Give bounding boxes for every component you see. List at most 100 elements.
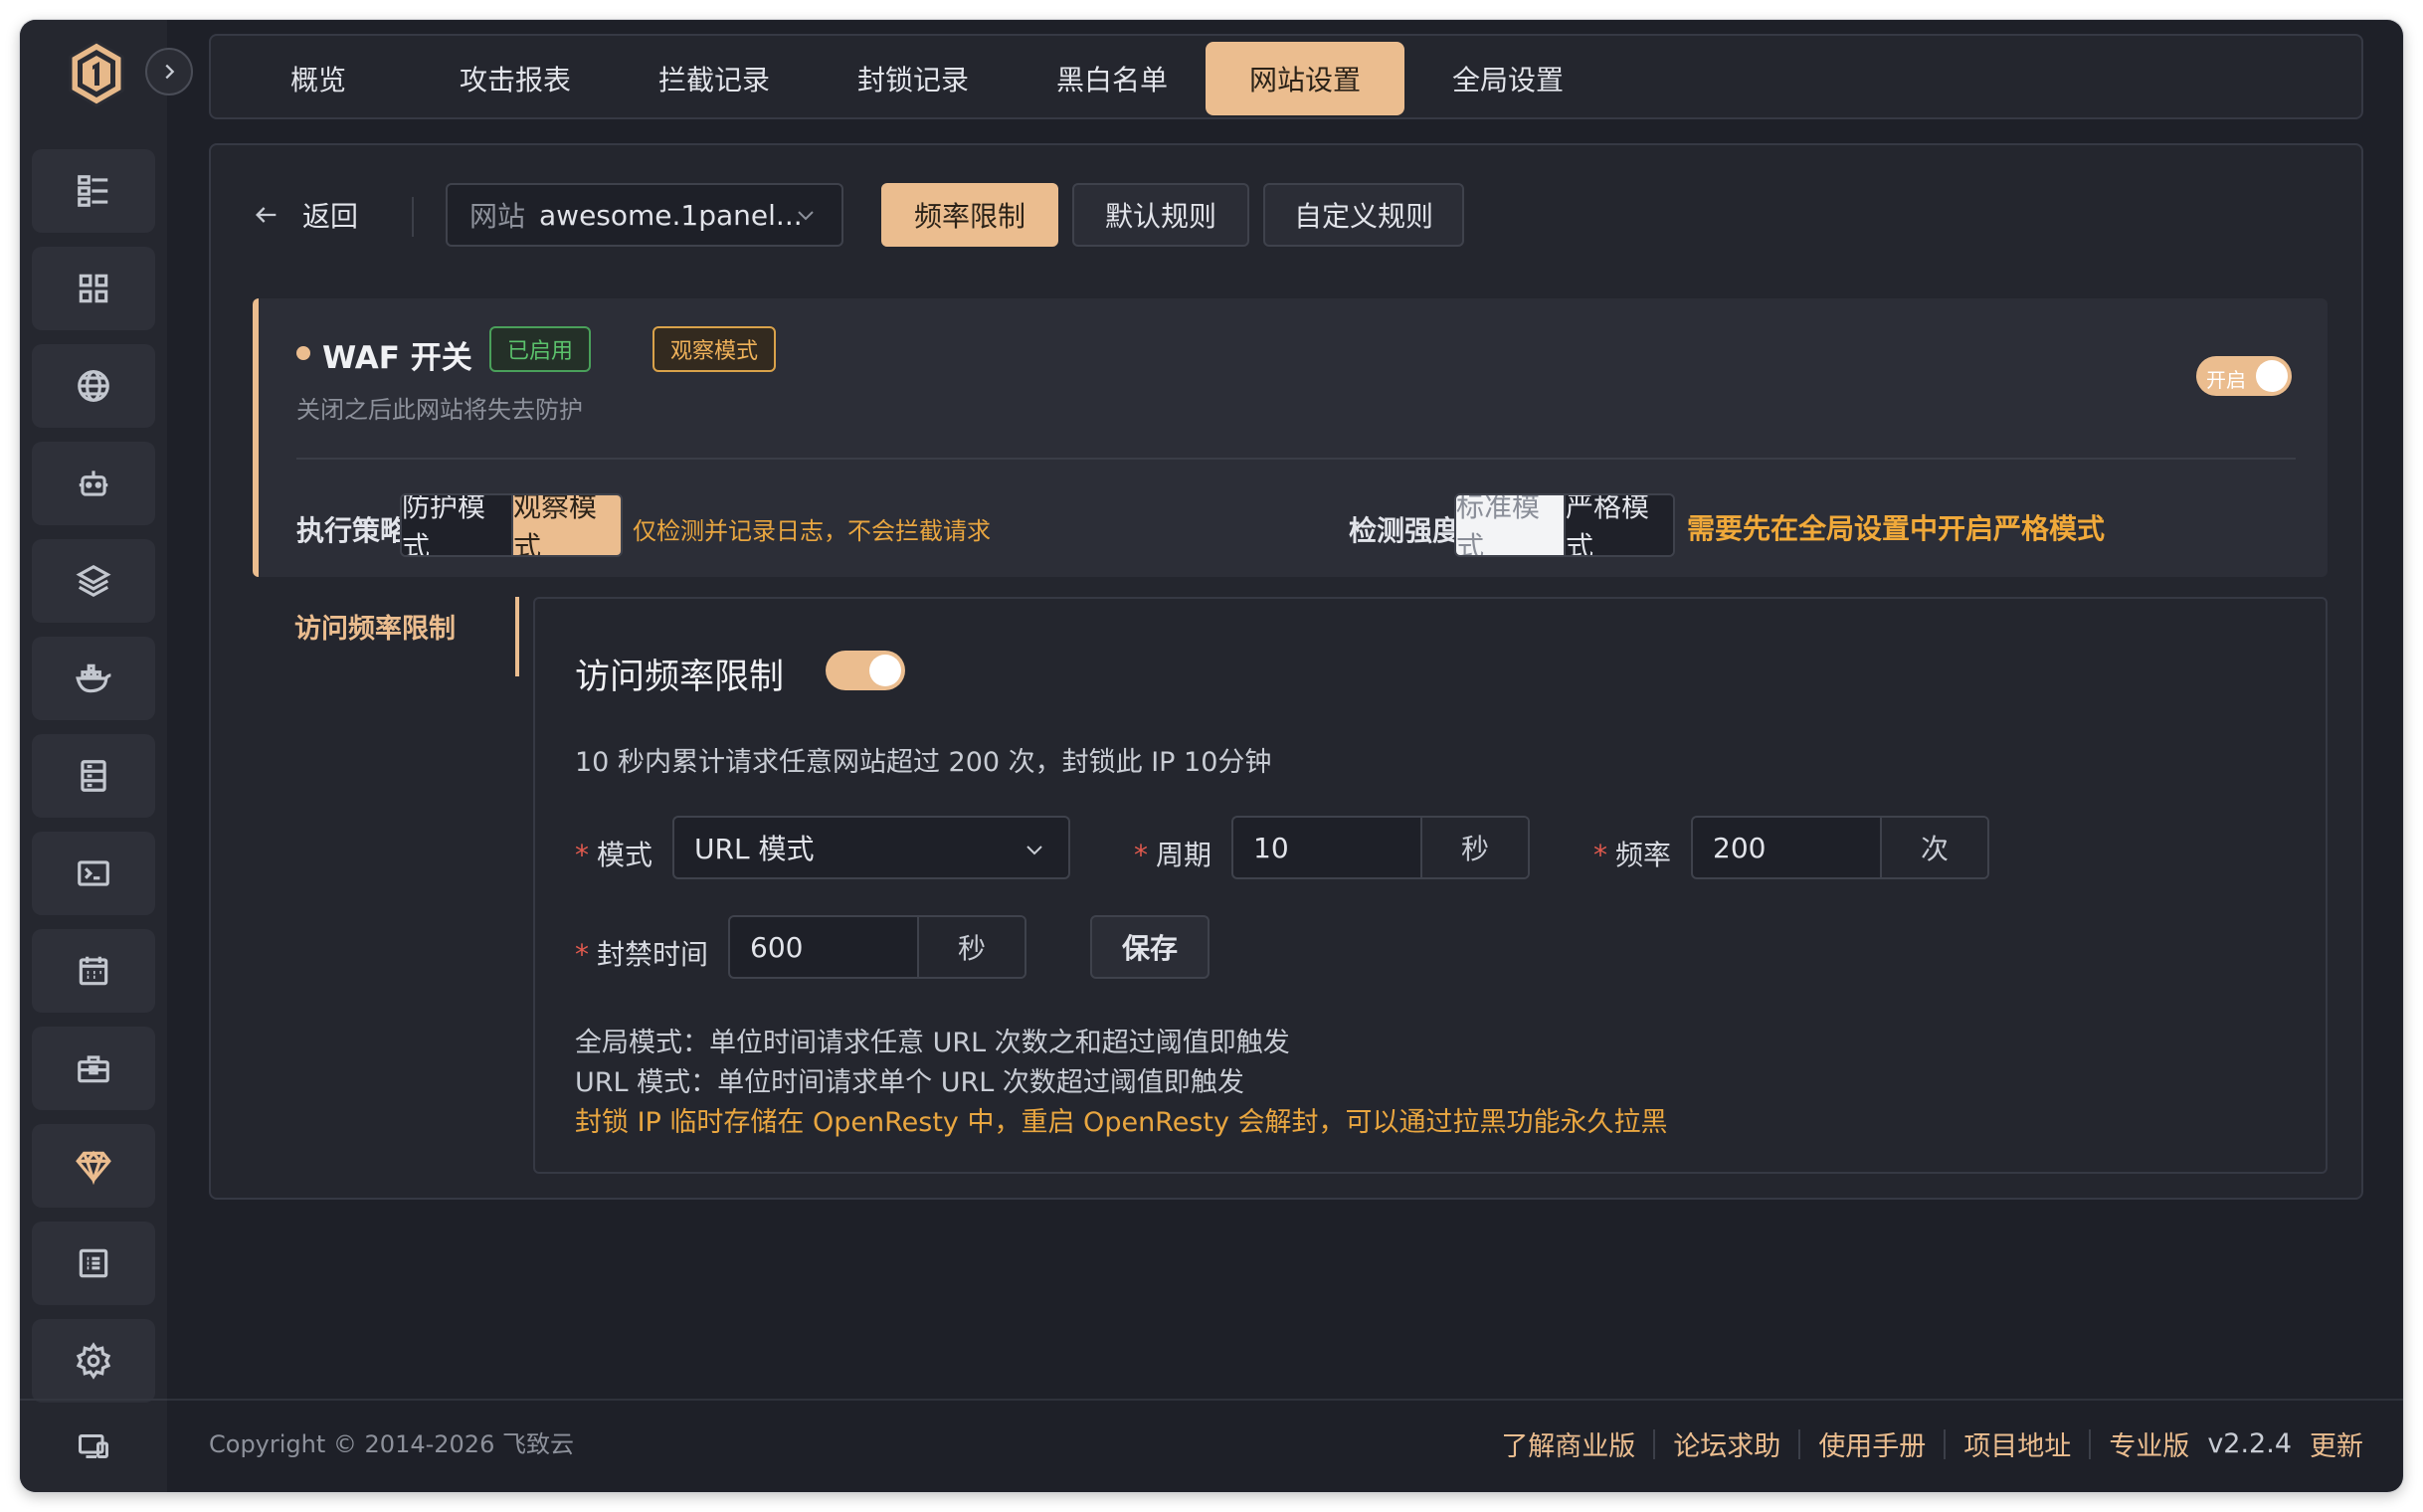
strategy-label: 执行策略 xyxy=(296,514,409,547)
sidebar-item-pro[interactable] xyxy=(32,1124,155,1208)
strategy-observe-option[interactable]: 观察模式 xyxy=(511,495,621,555)
footer-divider xyxy=(167,1399,2403,1401)
diamond-icon xyxy=(76,1150,111,1185)
link-forum[interactable]: 论坛求助 xyxy=(1655,1424,1798,1463)
site-settings-panel: 返回 网站 awesome.1panel... 频率限制 默认规则 自定义规则 … xyxy=(209,143,2363,1200)
strategy-protect-option[interactable]: 防护模式 xyxy=(402,495,511,555)
status-dot xyxy=(296,346,310,360)
link-pro-edition[interactable]: 专业版 xyxy=(2091,1424,2189,1463)
link-project[interactable]: 项目地址 xyxy=(1946,1424,2089,1463)
note-url-mode: URL 模式：单位时间请求单个 URL 次数超过阈值即触发 xyxy=(575,1067,1244,1098)
toggle-knob xyxy=(2256,360,2288,392)
waf-toggle[interactable]: 开启 xyxy=(2196,356,2292,396)
version-label: v2.2.4 xyxy=(2207,1428,2292,1459)
site-select-prefix: 网站 xyxy=(469,200,526,233)
link-commercial[interactable]: 了解商业版 xyxy=(1483,1424,1653,1463)
tab-attack-report[interactable]: 攻击报表 xyxy=(436,42,595,115)
sidebar-item-apps[interactable] xyxy=(32,247,155,330)
sidebar-item-dashboard[interactable] xyxy=(32,149,155,233)
sidebar-item-settings[interactable] xyxy=(32,1319,155,1403)
strength-segmented: 标准模式 严格模式 xyxy=(1454,493,1675,557)
strength-hint: 需要先在全局设置中开启严格模式 xyxy=(1687,512,2106,545)
rate-limit-toggle[interactable] xyxy=(826,651,905,690)
waf-description: 关闭之后此网站将失去防护 xyxy=(296,396,583,424)
sidebar-bottom-toggle[interactable] xyxy=(20,1399,167,1492)
frequency-label: * 频率 xyxy=(1593,839,1672,871)
strength-label: 检测强度 xyxy=(1349,514,1461,547)
docker-icon xyxy=(76,663,111,693)
default-rules-button[interactable]: 默认规则 xyxy=(1072,183,1249,247)
terminal-icon xyxy=(78,860,109,886)
status-badge-enabled: 已启用 xyxy=(489,326,592,372)
subnav-item-rate-limit[interactable]: 访问频率限制 xyxy=(294,607,456,646)
divider xyxy=(412,197,414,237)
logs-icon xyxy=(79,1248,108,1278)
period-input[interactable]: 10 秒 xyxy=(1231,816,1530,879)
toolbox-icon xyxy=(78,1055,109,1083)
ban-time-value: 600 xyxy=(750,930,804,964)
link-manual[interactable]: 使用手册 xyxy=(1800,1424,1944,1463)
mode-select[interactable]: URL 模式 xyxy=(672,816,1070,879)
sidebar-collapse-button[interactable] xyxy=(145,48,193,95)
strategy-segmented: 防护模式 观察模式 xyxy=(400,493,623,557)
calendar-icon xyxy=(79,956,108,986)
footer-links: 了解商业版 论坛求助 使用手册 项目地址 专业版 v2.2.4 更新 xyxy=(1483,1424,2363,1463)
sidebar-item-toolbox[interactable] xyxy=(32,1027,155,1110)
sidebar-item-ai[interactable] xyxy=(32,442,155,525)
site-select[interactable]: 网站 awesome.1panel... xyxy=(446,183,843,247)
update-link[interactable]: 更新 xyxy=(2304,1424,2363,1463)
save-button[interactable]: 保存 xyxy=(1090,915,1210,979)
site-select-value: awesome.1panel... xyxy=(539,198,803,232)
note-warning: 封锁 IP 临时存储在 OpenResty 中，重启 OpenResty 会解封… xyxy=(575,1107,1668,1138)
divider xyxy=(296,458,2296,460)
tab-site-settings[interactable]: 网站设置 xyxy=(1206,42,1404,115)
sidebar-item-containers[interactable] xyxy=(32,637,155,720)
tab-overview[interactable]: 概览 xyxy=(253,42,384,115)
toggle-knob xyxy=(869,655,901,686)
layers-icon xyxy=(76,564,111,598)
tab-block-log[interactable]: 封锁记录 xyxy=(834,42,993,115)
frequency-unit: 次 xyxy=(1880,818,1987,877)
strategy-hint: 仅检测并记录日志，不会拦截请求 xyxy=(633,517,991,545)
chevron-down-icon xyxy=(798,211,814,221)
period-value: 10 xyxy=(1253,831,1289,864)
sidebar-item-cron[interactable] xyxy=(32,929,155,1013)
strength-strict-option[interactable]: 严格模式 xyxy=(1564,495,1673,555)
sidebar-item-database[interactable] xyxy=(32,734,155,818)
app-window: 概览 攻击报表 拦截记录 封锁记录 黑白名单 网站设置 全局设置 返回 网站 a… xyxy=(20,20,2403,1492)
globe-icon xyxy=(78,370,109,402)
sidebar-item-terminal[interactable] xyxy=(32,832,155,915)
logo-icon[interactable] xyxy=(65,38,128,109)
tab-global-settings[interactable]: 全局设置 xyxy=(1428,42,1587,115)
sidebar-item-layers[interactable] xyxy=(32,539,155,623)
period-label: * 周期 xyxy=(1134,839,1212,871)
custom-rules-button[interactable]: 自定义规则 xyxy=(1263,183,1464,247)
mode-label: * 模式 xyxy=(575,839,653,871)
ban-time-label: * 封禁时间 xyxy=(575,938,709,971)
gear-icon xyxy=(76,1342,111,1380)
robot-icon xyxy=(79,471,108,496)
rate-limit-button[interactable]: 频率限制 xyxy=(881,183,1058,247)
tab-black-white-list[interactable]: 黑白名单 xyxy=(1032,42,1192,115)
top-tab-bar: 概览 攻击报表 拦截记录 封锁记录 黑白名单 网站设置 全局设置 xyxy=(209,34,2363,119)
rate-limit-title: 访问频率限制 xyxy=(575,658,785,697)
ban-time-input[interactable]: 600 秒 xyxy=(728,915,1026,979)
status-badge-observe: 观察模式 xyxy=(652,326,777,372)
apps-grid-icon xyxy=(79,274,108,303)
waf-title: WAF 开关 xyxy=(322,340,472,376)
chevron-down-icon xyxy=(1026,846,1042,855)
sidebar-item-logs[interactable] xyxy=(32,1222,155,1305)
waf-toggle-label: 开启 xyxy=(2206,368,2246,392)
monitor-icon xyxy=(79,1434,108,1458)
period-unit: 秒 xyxy=(1420,818,1528,877)
chevron-right-icon xyxy=(165,64,175,80)
sidebar-item-websites[interactable] xyxy=(32,344,155,428)
rate-limit-card: 访问频率限制 10 秒内累计请求任意网站超过 200 次，封锁此 IP 10分钟… xyxy=(533,597,2328,1174)
subnav-active-indicator xyxy=(515,597,519,676)
tab-intercept-log[interactable]: 拦截记录 xyxy=(635,42,794,115)
back-button[interactable]: 返回 xyxy=(253,195,358,235)
frequency-input[interactable]: 200 次 xyxy=(1691,816,1989,879)
arrow-left-icon xyxy=(256,207,277,223)
strength-standard-option[interactable]: 标准模式 xyxy=(1456,495,1564,555)
waf-card: WAF 开关 已启用 观察模式 关闭之后此网站将失去防护 开启 执行策略 防护模… xyxy=(253,298,2328,577)
